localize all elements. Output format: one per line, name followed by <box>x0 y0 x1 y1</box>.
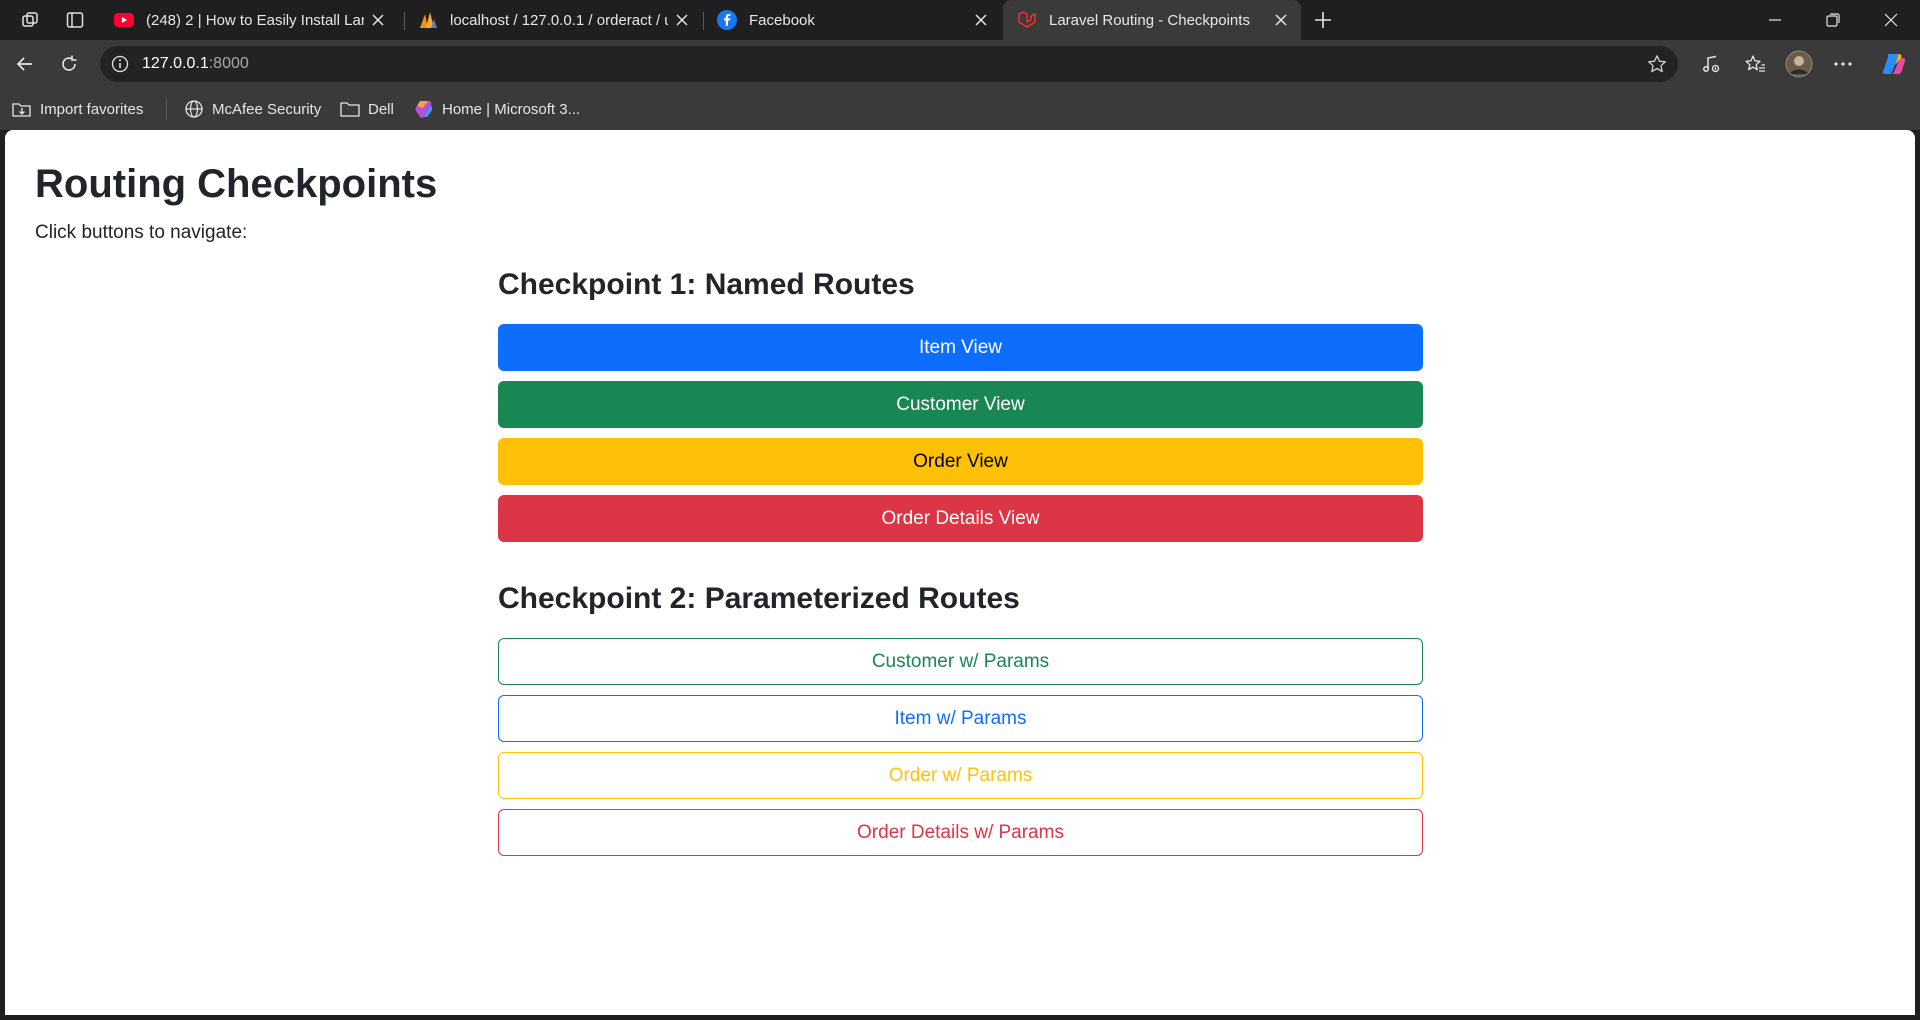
tab-phpmyadmin[interactable]: localhost / 127.0.0.1 / orderact / u <box>404 0 702 40</box>
close-tab-icon[interactable] <box>668 6 696 34</box>
favorite-label: Dell <box>368 100 394 118</box>
favorite-label: Import favorites <box>40 100 144 118</box>
more-options-icon[interactable] <box>1826 48 1860 80</box>
folder-icon <box>340 99 360 119</box>
item-view-button[interactable]: Item View <box>498 324 1423 371</box>
checkpoint1-heading: Checkpoint 1: Named Routes <box>498 268 915 301</box>
media-control-icon[interactable] <box>1694 48 1728 80</box>
url-text[interactable]: 127.0.0.1:8000 <box>142 55 249 73</box>
favorite-label: Home | Microsoft 3... <box>442 100 581 118</box>
refresh-icon[interactable] <box>52 48 86 80</box>
close-tab-icon[interactable] <box>364 6 392 34</box>
favorite-microsoft365[interactable]: Home | Microsoft 3... <box>414 98 580 120</box>
site-info-icon[interactable] <box>110 54 130 74</box>
tab-title: localhost / 127.0.0.1 / orderact / u <box>450 11 668 29</box>
page-viewport: Routing Checkpoints Click buttons to nav… <box>5 130 1915 1015</box>
facebook-icon <box>717 10 737 30</box>
new-tab-icon[interactable] <box>1308 6 1338 34</box>
tab-title: (248) 2 | How to Easily Install Lara <box>146 11 364 29</box>
youtube-icon <box>114 10 134 30</box>
page-title: Routing Checkpoints <box>35 162 438 206</box>
checkpoint2-heading: Checkpoint 2: Parameterized Routes <box>498 582 1020 615</box>
favorite-mcafee[interactable]: McAfee Security <box>184 98 321 120</box>
favorite-label: McAfee Security <box>212 100 322 118</box>
tab-title: Laravel Routing - Checkpoints <box>1049 11 1250 29</box>
import-favorites-icon <box>12 99 32 119</box>
tab-title: Facebook <box>749 11 815 29</box>
favorites-icon[interactable] <box>1738 48 1772 80</box>
browser-toolbar: 127.0.0.1:8000 <box>0 40 1920 88</box>
vertical-tabs-icon[interactable] <box>60 6 90 34</box>
restore-icon[interactable] <box>1804 0 1862 40</box>
avatar[interactable] <box>1782 48 1816 80</box>
customer-params-button[interactable]: Customer w/ Params <box>498 638 1423 685</box>
phpmyadmin-icon <box>418 10 438 30</box>
tab-strip: (248) 2 | How to Easily Install Lara loc… <box>0 0 1920 40</box>
laravel-icon <box>1017 10 1037 30</box>
order-details-params-button[interactable]: Order Details w/ Params <box>498 809 1423 856</box>
tab-youtube[interactable]: (248) 2 | How to Easily Install Lara <box>100 0 398 40</box>
item-params-button[interactable]: Item w/ Params <box>498 695 1423 742</box>
order-view-button[interactable]: Order View <box>498 438 1423 485</box>
favorite-import[interactable]: Import favorites <box>12 98 143 120</box>
minimize-icon[interactable] <box>1746 0 1804 40</box>
back-arrow-icon[interactable] <box>8 48 42 80</box>
favorites-divider <box>166 98 167 120</box>
page-subtitle: Click buttons to navigate: <box>35 222 248 243</box>
favorites-bar: Import favorites McAfee Security Dell Ho… <box>0 88 1920 130</box>
close-tab-icon[interactable] <box>967 6 995 34</box>
checkpoint2-section: Checkpoint 2: Parameterized Routes Custo… <box>498 582 1423 856</box>
favorite-star-icon[interactable] <box>1646 53 1668 75</box>
copilot-icon[interactable] <box>1876 48 1910 80</box>
close-tab-icon[interactable] <box>1267 6 1295 34</box>
favorite-dell[interactable]: Dell <box>340 98 394 120</box>
tab-facebook[interactable]: Facebook <box>703 0 1001 40</box>
url-host: 127.0.0.1 <box>142 55 209 72</box>
checkpoint1-section: Checkpoint 1: Named Routes Item View Cus… <box>498 268 1423 542</box>
order-params-button[interactable]: Order w/ Params <box>498 752 1423 799</box>
workspaces-icon[interactable] <box>16 6 46 34</box>
url-port: :8000 <box>208 55 249 72</box>
microsoft365-icon <box>414 99 434 119</box>
globe-icon <box>184 99 204 119</box>
address-bar[interactable]: 127.0.0.1:8000 <box>100 46 1678 82</box>
close-window-icon[interactable] <box>1862 0 1920 40</box>
tab-laravel-routing[interactable]: Laravel Routing - Checkpoints <box>1003 0 1301 40</box>
order-details-view-button[interactable]: Order Details View <box>498 495 1423 542</box>
customer-view-button[interactable]: Customer View <box>498 381 1423 428</box>
